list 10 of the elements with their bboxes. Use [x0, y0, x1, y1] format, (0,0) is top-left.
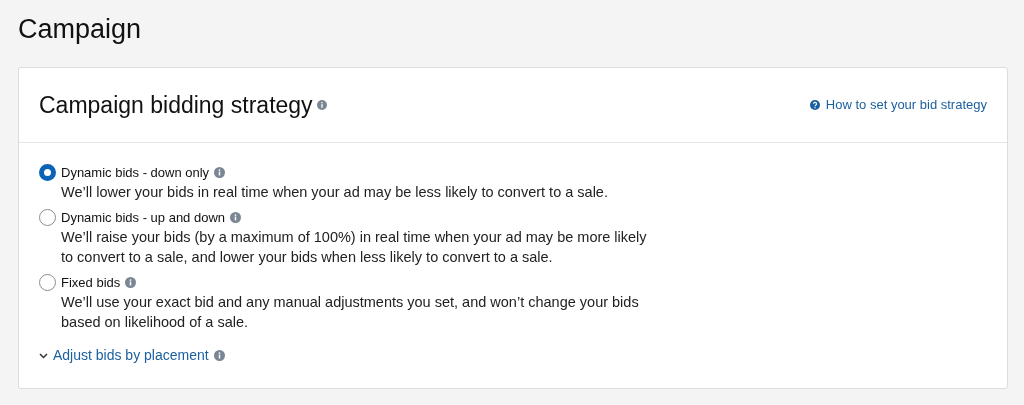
- help-link[interactable]: How to set your bid strategy: [809, 95, 987, 115]
- card-title: Campaign bidding strategy: [39, 90, 313, 120]
- option-label: Dynamic bids - up and down: [61, 209, 226, 227]
- placement-expander[interactable]: Adjust bids by placement: [39, 345, 209, 366]
- option-description: We’ll lower your bids in real time when your ad may be less likely to convert to a sale.: [61, 183, 609, 202]
- option-label: Fixed bids: [61, 274, 121, 292]
- option-label: Dynamic bids - down only: [61, 164, 210, 182]
- option-description: We’ll raise your bids (by a maximum of 100%) in real time when your ad may be more likely to convert to a sale, and lower your bids when less likely to convert to a sale.: [61, 228, 648, 267]
- option-description: We’ll use your exact bid and any manual adjustments you set, and won’t change your bids based on likelihood of a sale.: [61, 293, 640, 332]
- page-title: Campaign: [18, 13, 143, 46]
